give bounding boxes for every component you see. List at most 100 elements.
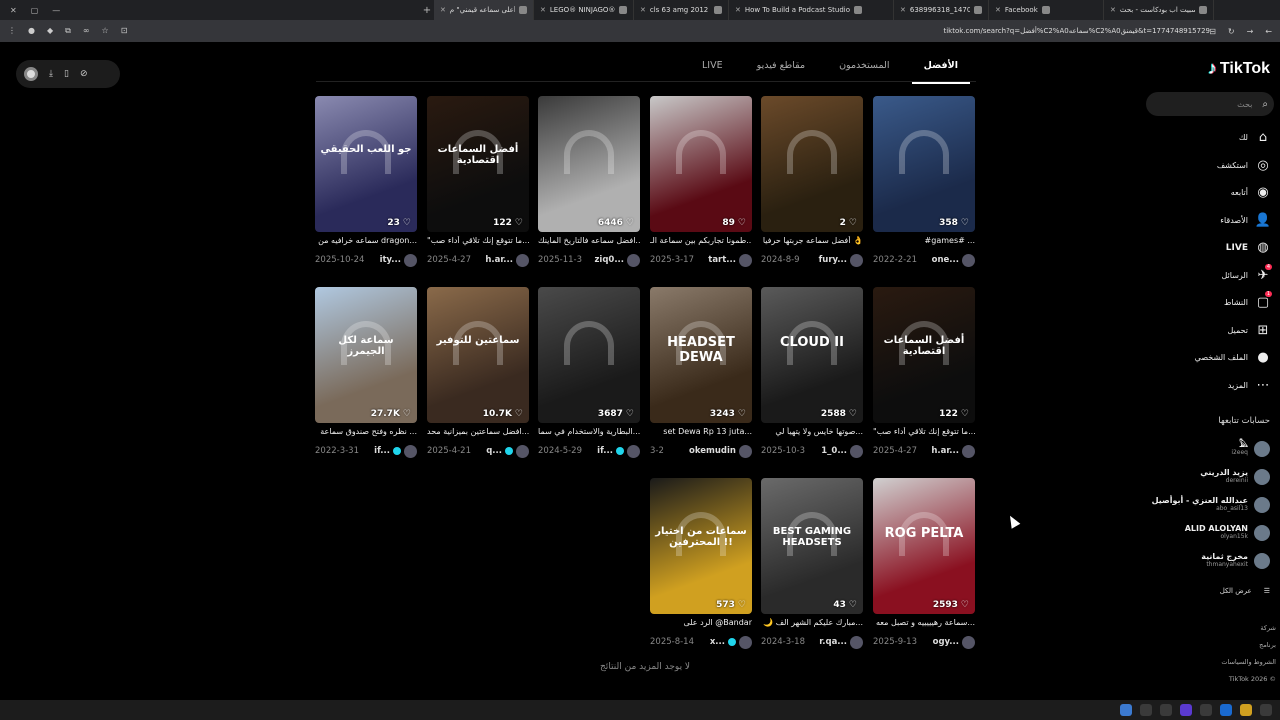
video-thumbnail[interactable]: أفضل السماعات اقتصادية 122 ♡ <box>427 96 529 232</box>
following-account[interactable]: عبدالله العنزي - أبوأصيل abo_asil13 <box>1152 496 1270 513</box>
download-icon[interactable]: ⤓ <box>49 69 53 79</box>
search-icon[interactable]: ⌕ <box>1262 99 1268 110</box>
back-icon[interactable]: ← <box>1265 27 1272 36</box>
browser-tab[interactable]: ✕ How To Build a Podcast Studio <box>729 0 894 20</box>
video-thumbnail[interactable]: سماعات من اختيار المحترفين !! 573 ♡ <box>650 478 752 614</box>
profile-icon[interactable]: ● <box>28 26 35 36</box>
tab-2[interactable]: مقاطع فيديو <box>745 60 817 80</box>
close-tab-icon[interactable]: ✕ <box>440 6 446 14</box>
video-card[interactable]: BEST GAMING HEADSETS 43 ♡ 🌙 مبارك عليكم الش… <box>761 478 863 649</box>
new-tab-button[interactable]: + <box>420 5 434 16</box>
app-taskbar-icon[interactable] <box>1200 704 1212 716</box>
footer-link[interactable]: برنامج <box>1259 641 1276 649</box>
video-card[interactable]: 358 ♡ #games# ... 2022-2-21 one... <box>873 96 975 267</box>
video-card[interactable]: 6446♡ افضل سماعه فالتاريخ الماينك... 2025-… <box>538 96 640 267</box>
video-author[interactable]: r.qa... <box>819 635 863 649</box>
search-input[interactable]: بحث ⌕ <box>1146 92 1274 116</box>
video-thumbnail[interactable]: HEADSET DEWA 3243 ♡ <box>650 287 752 423</box>
footer-link[interactable]: شركة <box>1260 624 1276 632</box>
app-taskbar-icon[interactable] <box>1160 704 1172 716</box>
video-card[interactable]: سماعتين للتوفير 10.7K ♡ افضل سماعتين بميزان… <box>427 287 529 458</box>
compass-icon[interactable]: ⊘ <box>80 69 88 79</box>
video-thumbnail[interactable]: 89 ♡ <box>650 96 752 232</box>
video-thumbnail[interactable]: 3687 ♡ <box>538 287 640 423</box>
close-tab-icon[interactable]: ✕ <box>1110 6 1116 14</box>
video-card[interactable]: HEADSET DEWA 3243 ♡ set Dewa Rp 13 juta... 3… <box>650 287 752 458</box>
bookmark-icon[interactable]: ☆ <box>102 26 109 36</box>
video-author[interactable]: one... <box>932 253 975 267</box>
video-thumbnail[interactable]: سماعة لكل الجيمرز 27.7K ♡ <box>315 287 417 423</box>
video-thumbnail[interactable]: سماعتين للتوفير 10.7K ♡ <box>427 287 529 423</box>
video-author[interactable]: ogy... <box>933 635 975 649</box>
nav-friends[interactable]: الأصدقاء 👤 <box>1142 207 1272 235</box>
link-icon[interactable]: ∞ <box>83 26 90 36</box>
video-card[interactable]: أفضل السماعات اقتصادية 122 ♡ "ما تتوقع إنك … <box>427 96 529 267</box>
close-tab-icon[interactable]: ✕ <box>540 6 546 14</box>
video-author[interactable]: h.ar... <box>485 253 529 267</box>
nav-foryou[interactable]: لك ⌂ <box>1142 124 1272 152</box>
video-card[interactable]: سماعات من اختيار المحترفين !! 573 ♡ الرد عل… <box>650 478 752 649</box>
browser-tab[interactable]: ✕638996318_1470230546698... <box>894 0 989 20</box>
video-author[interactable]: h.ar... <box>931 444 975 458</box>
nav-more[interactable]: المزيد ⋯ <box>1142 372 1272 400</box>
nav-following[interactable]: أتابعه ◉ <box>1142 179 1272 207</box>
video-author[interactable]: 1_0... <box>821 444 863 458</box>
video-card[interactable]: 2 ♡ أفضل سماعه جربتها حرفيا 👌 2024-8-9 fury.… <box>761 96 863 267</box>
video-card[interactable]: أفضل السماعات اقتصادية 122 ♡ "ما تتوقع إنك … <box>873 287 975 458</box>
tab-search-icon[interactable]: ⊟ <box>1209 27 1216 36</box>
video-card[interactable]: CLOUD II 2588 ♡ صوتها خايس ولا يتهيأ لي... 2… <box>761 287 863 458</box>
extension-icon[interactable]: ◆ <box>47 26 53 36</box>
nav-live[interactable]: LIVE ◍ <box>1142 234 1272 262</box>
following-account[interactable]: يزيد الدريني dereinii <box>1200 468 1270 485</box>
nav-upload[interactable]: تحميل ⊞ <box>1142 317 1272 345</box>
video-card[interactable]: جو اللعب الحقيقي 23 ♡ سماعه خرافيه من drago… <box>315 96 417 267</box>
reload-icon[interactable]: ↻ <box>1228 27 1235 36</box>
close-tab-icon[interactable]: ✕ <box>735 6 741 14</box>
folder-taskbar-icon[interactable] <box>1240 704 1252 716</box>
nav-profile[interactable]: الملف الشخصي ● <box>1142 344 1272 372</box>
discord-taskbar-icon[interactable] <box>1180 704 1192 716</box>
app-taskbar-icon[interactable] <box>1260 704 1272 716</box>
url-field[interactable]: tiktok.com/search?q=أفضل%C2%A0سماعه%C2%A… <box>943 27 1210 35</box>
video-thumbnail[interactable]: أفضل السماعات اقتصادية 122 ♡ <box>873 287 975 423</box>
nav-messages[interactable]: الرسائل ✈ 4 <box>1142 262 1272 290</box>
maximize-window-icon[interactable]: ▢ <box>31 6 39 15</box>
video-author[interactable]: ziq0... <box>594 253 640 267</box>
browser-tab[interactable]: ✕ Facebook <box>989 0 1104 20</box>
tiktok-logo[interactable]: ♪ TikTok <box>1208 58 1270 79</box>
video-author[interactable]: q... <box>486 444 529 458</box>
footer-link[interactable]: TikTok 2026 © <box>1229 675 1276 683</box>
tab-1[interactable]: المستخدمون <box>827 60 901 80</box>
close-tab-icon[interactable]: ✕ <box>640 6 646 14</box>
browser-tab[interactable]: ✕cls 63 amg 2012 - بحث Google <box>634 0 729 20</box>
video-card[interactable]: ROG PELTA 2593 ♡ سماعة رهيييييه و تصبل معه.… <box>873 478 975 649</box>
forward-icon[interactable]: → <box>1247 27 1254 36</box>
video-author[interactable]: if... <box>374 444 417 458</box>
video-thumbnail[interactable]: 358 ♡ <box>873 96 975 232</box>
video-author[interactable]: if... <box>597 444 640 458</box>
following-account[interactable]: 𓅓 i2eeq <box>1231 440 1270 457</box>
browser-tab[interactable]: ✕سبيت اب بودكاست - بحث Google <box>1104 0 1214 20</box>
toggle-icon[interactable] <box>24 67 38 81</box>
tab-3[interactable]: LIVE <box>690 60 735 80</box>
video-thumbnail[interactable]: 2 ♡ <box>761 96 863 232</box>
video-card[interactable]: سماعة لكل الجيمرز 27.7K ♡ نظره وفتح صندوق س… <box>315 287 417 458</box>
video-author[interactable]: x... <box>710 635 752 649</box>
video-author[interactable]: okemudin <box>689 444 752 458</box>
video-author[interactable]: tart... <box>708 253 752 267</box>
tab-0[interactable]: الأفضل <box>911 60 971 84</box>
close-tab-icon[interactable]: ✕ <box>995 6 1001 14</box>
browser-tab[interactable]: ✕اعثر على "أعلى سماعه قيمني" م... <box>434 0 534 20</box>
minimize-window-icon[interactable]: — <box>52 6 60 15</box>
nav-activity[interactable]: النشاط ▢ 1 <box>1142 289 1272 317</box>
following-account[interactable]: مخرج ثمانية thmanyahexit <box>1201 552 1270 569</box>
browser-tab[interactable]: ✕LEGO® NINJAGO® ألعاب و هدايا <box>534 0 634 20</box>
video-thumbnail[interactable]: 6446 ♡ <box>538 96 640 232</box>
footer-link[interactable]: الشروط والسياسات <box>1221 658 1276 666</box>
video-card[interactable]: 3687 ♡ البطارية والاستخدام في سما... 2024-5… <box>538 287 640 458</box>
chrome-taskbar-icon[interactable] <box>1120 704 1132 716</box>
app-taskbar-icon[interactable] <box>1220 704 1232 716</box>
video-thumbnail[interactable]: CLOUD II 2588 ♡ <box>761 287 863 423</box>
following-account[interactable]: ALID ALOLYAN olyan15k <box>1185 524 1270 541</box>
video-author[interactable]: fury... <box>819 253 863 267</box>
